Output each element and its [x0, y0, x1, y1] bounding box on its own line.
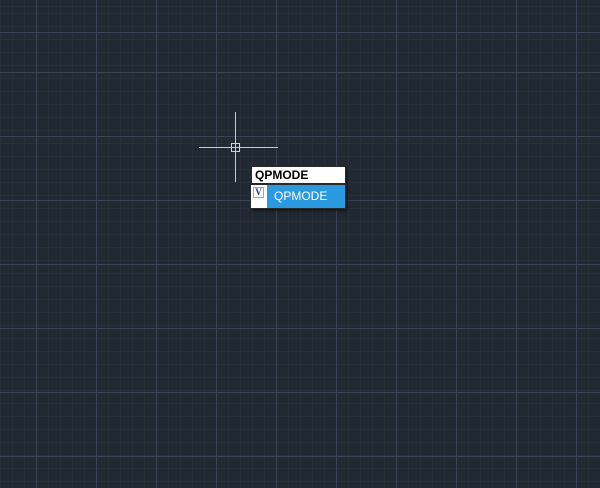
autocomplete-item-label: QPMODE [267, 185, 345, 208]
drawing-canvas[interactable]: QPMODE V QPMODE [0, 0, 600, 488]
autocomplete-list: V QPMODE [250, 184, 346, 209]
system-variable-icon: V [253, 187, 264, 198]
pickbox [231, 143, 240, 152]
dynamic-input-field[interactable]: QPMODE [251, 166, 346, 184]
autocomplete-item-qpmode[interactable]: V QPMODE [251, 185, 345, 208]
